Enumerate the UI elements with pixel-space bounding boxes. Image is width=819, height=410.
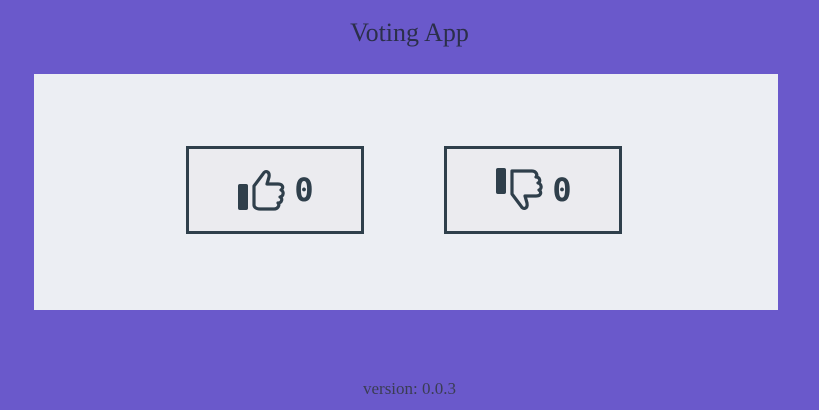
downvote-button[interactable]: 0 — [444, 146, 622, 234]
voting-panel: 0 0 — [34, 74, 778, 310]
upvote-button[interactable]: 0 — [186, 146, 364, 234]
thumbs-down-icon — [496, 168, 544, 210]
app-title: Voting App — [350, 18, 469, 47]
upvote-count: 0 — [294, 171, 314, 209]
downvote-count: 0 — [552, 171, 572, 209]
version-label: version: 0.0.3 — [362, 379, 457, 398]
thumbs-up-icon — [238, 170, 286, 211]
